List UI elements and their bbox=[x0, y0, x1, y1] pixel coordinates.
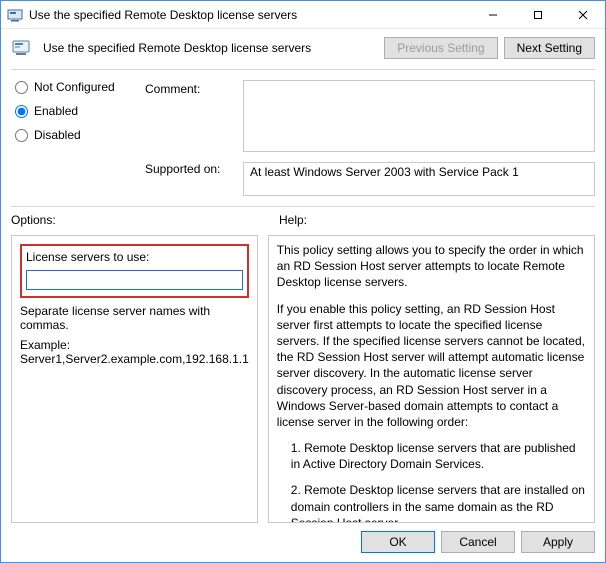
window-title: Use the specified Remote Desktop license… bbox=[29, 8, 470, 22]
supported-on-value: At least Windows Server 2003 with Servic… bbox=[243, 162, 595, 196]
help-paragraph: 2. Remote Desktop license servers that a… bbox=[277, 482, 586, 523]
titlebar: Use the specified Remote Desktop license… bbox=[1, 1, 605, 29]
radio-disabled-input[interactable] bbox=[15, 129, 28, 142]
help-paragraph: This policy setting allows you to specif… bbox=[277, 242, 586, 291]
header-title: Use the specified Remote Desktop license… bbox=[43, 41, 384, 55]
next-setting-button[interactable]: Next Setting bbox=[504, 37, 595, 59]
license-servers-input[interactable] bbox=[26, 270, 243, 290]
previous-setting-button: Previous Setting bbox=[384, 37, 497, 59]
help-pane[interactable]: This policy setting allows you to specif… bbox=[268, 235, 595, 523]
radio-disabled-label: Disabled bbox=[34, 128, 81, 142]
policy-icon bbox=[11, 38, 35, 58]
help-paragraph: 1. Remote Desktop license servers that a… bbox=[277, 440, 586, 472]
highlight-box: License servers to use: bbox=[20, 244, 249, 298]
minimize-button[interactable] bbox=[470, 1, 515, 28]
help-label: Help: bbox=[279, 213, 307, 227]
radio-not-configured[interactable]: Not Configured bbox=[15, 80, 141, 94]
header: Use the specified Remote Desktop license… bbox=[1, 29, 605, 69]
options-note-1: Separate license server names with comma… bbox=[20, 304, 249, 332]
options-label: Options: bbox=[11, 213, 269, 227]
options-note-2: Example: Server1,Server2.example.com,192… bbox=[20, 338, 249, 366]
comment-input[interactable] bbox=[243, 80, 595, 152]
comment-label: Comment: bbox=[145, 80, 239, 96]
radio-not-configured-label: Not Configured bbox=[34, 80, 115, 94]
close-button[interactable] bbox=[560, 1, 605, 28]
radio-not-configured-input[interactable] bbox=[15, 81, 28, 94]
app-icon bbox=[7, 7, 23, 23]
ok-button[interactable]: OK bbox=[361, 531, 435, 553]
options-pane: License servers to use: Separate license… bbox=[11, 235, 258, 523]
footer: OK Cancel Apply bbox=[1, 523, 605, 561]
help-paragraph: If you enable this policy setting, an RD… bbox=[277, 301, 586, 431]
apply-button[interactable]: Apply bbox=[521, 531, 595, 553]
supported-on-label: Supported on: bbox=[145, 162, 239, 176]
license-servers-label: License servers to use: bbox=[26, 250, 243, 264]
maximize-button[interactable] bbox=[515, 1, 560, 28]
radio-enabled-input[interactable] bbox=[15, 105, 28, 118]
radio-enabled[interactable]: Enabled bbox=[15, 104, 141, 118]
cancel-button[interactable]: Cancel bbox=[441, 531, 515, 553]
radio-disabled[interactable]: Disabled bbox=[15, 128, 141, 142]
radio-enabled-label: Enabled bbox=[34, 104, 78, 118]
